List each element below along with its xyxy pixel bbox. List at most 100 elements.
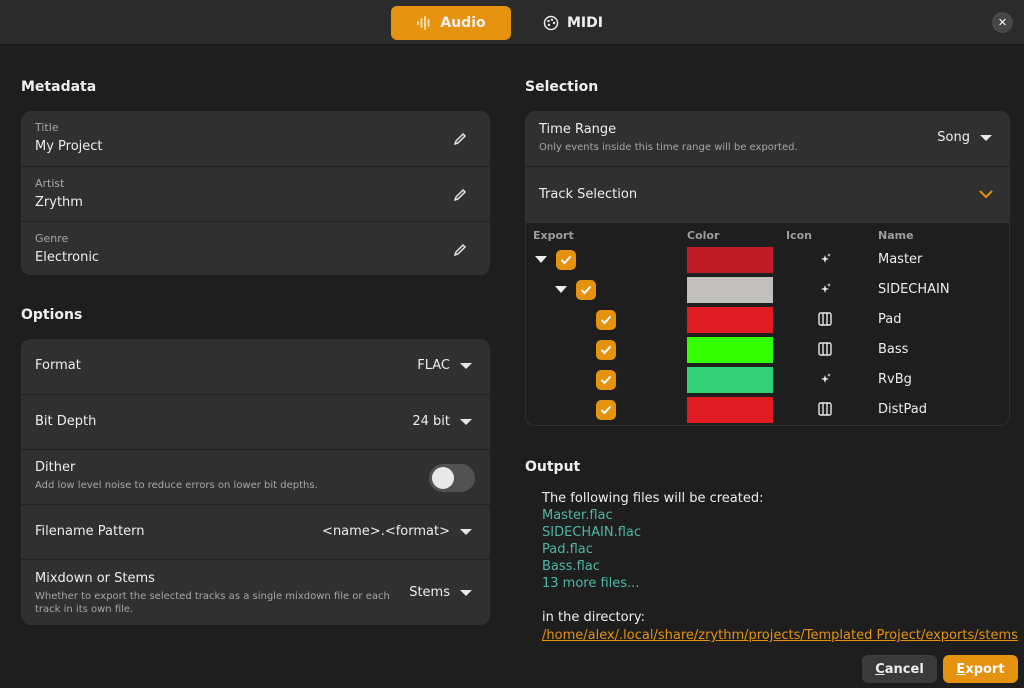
filename-pattern-label: Filename Pattern	[35, 524, 145, 539]
directory-link[interactable]: /home/alex/.local/share/zrythm/projects/…	[542, 628, 1018, 643]
expander-arrow-icon[interactable]	[555, 286, 567, 293]
track-color-swatch[interactable]	[687, 397, 773, 423]
pencil-icon[interactable]	[452, 242, 468, 258]
dither-subtitle: Add low level noise to reduce errors on …	[35, 480, 318, 491]
track-row[interactable]: Pad	[526, 305, 1010, 335]
selection-heading: Selection	[525, 79, 599, 95]
time-range-row[interactable]: Time Range Only events inside this time …	[525, 111, 1010, 166]
expander-arrow-icon[interactable]	[535, 256, 547, 263]
output-intro: The following files will be created:	[542, 491, 764, 506]
track-color-swatch[interactable]	[687, 247, 773, 273]
format-label: Format	[35, 358, 81, 373]
tab-midi[interactable]: MIDI	[531, 6, 615, 40]
export-checkbox[interactable]	[556, 250, 576, 270]
track-name: Master	[878, 252, 923, 267]
track-name: SIDECHAIN	[878, 282, 950, 297]
column-export: Export	[533, 229, 574, 242]
track-color-swatch[interactable]	[687, 367, 773, 393]
artist-label: Artist	[35, 177, 65, 190]
track-color-swatch[interactable]	[687, 277, 773, 303]
header-bar: Audio MIDI ✕	[0, 0, 1024, 45]
artist-value: Zrythm	[35, 195, 83, 210]
track-name: RvBg	[878, 372, 912, 387]
output-file-link[interactable]: Bass.flac	[542, 559, 600, 574]
export-checkbox[interactable]	[596, 400, 616, 420]
output-file-link[interactable]: Pad.flac	[542, 542, 593, 557]
dither-row[interactable]: Dither Add low level noise to reduce err…	[21, 449, 490, 504]
chevron-down-icon[interactable]	[978, 188, 994, 204]
mixdown-dropdown[interactable]: Stems	[409, 585, 472, 600]
tab-audio[interactable]: Audio	[391, 6, 511, 40]
track-row[interactable]: DistPad	[526, 395, 1010, 425]
mixdown-value: Stems	[409, 585, 450, 600]
bit-depth-value: 24 bit	[412, 414, 450, 429]
bit-depth-label: Bit Depth	[35, 414, 97, 429]
track-name: Bass	[878, 342, 909, 357]
more-files-link[interactable]: 13 more files...	[542, 576, 639, 591]
palette-icon	[543, 15, 559, 31]
column-color: Color	[687, 229, 720, 242]
metadata-heading: Metadata	[21, 79, 97, 95]
chevron-down-icon	[460, 528, 472, 535]
dither-toggle[interactable]	[429, 464, 475, 492]
genre-value: Electronic	[35, 250, 100, 265]
track-color-swatch[interactable]	[687, 307, 773, 333]
metadata-card: Title My Project Artist Zrythm Genre Ele…	[21, 111, 490, 275]
track-selection-row[interactable]: Track Selection	[525, 166, 1010, 223]
piano-icon	[818, 342, 832, 356]
chevron-down-icon	[460, 418, 472, 425]
close-icon[interactable]: ✕	[992, 12, 1013, 33]
format-value: FLAC	[417, 358, 450, 373]
filename-pattern-row[interactable]: Filename Pattern <name>.<format>	[21, 504, 490, 559]
output-file-link[interactable]: Master.flac	[542, 508, 613, 523]
export-button[interactable]: Export	[943, 655, 1018, 683]
time-range-dropdown[interactable]: Song	[937, 130, 992, 145]
chevron-down-icon	[980, 134, 992, 141]
track-row[interactable]: Master	[526, 245, 1010, 275]
cancel-label: ancel	[884, 661, 924, 677]
sparkle-icon	[818, 252, 832, 266]
options-card: Format FLAC Bit Depth 24 bit Dither Add …	[21, 339, 490, 625]
export-checkbox[interactable]	[576, 280, 596, 300]
export-checkbox[interactable]	[596, 370, 616, 390]
filename-pattern-value: <name>.<format>	[322, 524, 450, 539]
track-table: Export Color Icon Name Master SIDECHAIN Pa…	[526, 223, 1009, 425]
piano-icon	[818, 312, 832, 326]
cancel-button[interactable]: Cancel	[862, 655, 937, 683]
pencil-icon[interactable]	[452, 131, 468, 147]
mixdown-row[interactable]: Mixdown or Stems Whether to export the s…	[21, 559, 490, 625]
export-checkbox[interactable]	[596, 340, 616, 360]
mixdown-subtitle: Whether to export the selected tracks as…	[35, 591, 390, 615]
chevron-down-icon	[460, 362, 472, 369]
pencil-icon[interactable]	[452, 187, 468, 203]
track-row[interactable]: Bass	[526, 335, 1010, 365]
track-name: Pad	[878, 312, 902, 327]
time-range-subtitle: Only events inside this time range will …	[539, 142, 798, 153]
track-name: DistPad	[878, 402, 927, 417]
bit-depth-dropdown[interactable]: 24 bit	[412, 414, 472, 429]
sparkle-icon	[818, 282, 832, 296]
selection-card: Time Range Only events inside this time …	[525, 111, 1010, 426]
track-row[interactable]: SIDECHAIN	[526, 275, 1010, 305]
metadata-title-row[interactable]: Title My Project	[21, 111, 490, 166]
format-dropdown[interactable]: FLAC	[417, 358, 472, 373]
export-label: xport	[965, 661, 1005, 677]
directory-label: in the directory:	[542, 610, 646, 625]
format-row[interactable]: Format FLAC	[21, 339, 490, 394]
track-color-swatch[interactable]	[687, 337, 773, 363]
filename-pattern-dropdown[interactable]: <name>.<format>	[322, 524, 472, 539]
bit-depth-row[interactable]: Bit Depth 24 bit	[21, 394, 490, 449]
track-selection-label: Track Selection	[539, 187, 638, 202]
metadata-artist-row[interactable]: Artist Zrythm	[21, 166, 490, 221]
title-label: Title	[35, 121, 59, 134]
piano-icon	[818, 402, 832, 416]
mixdown-label: Mixdown or Stems	[35, 571, 155, 586]
sparkle-icon	[818, 372, 832, 386]
track-row[interactable]: RvBg	[526, 365, 1010, 395]
metadata-genre-row[interactable]: Genre Electronic	[21, 221, 490, 275]
output-file-link[interactable]: SIDECHAIN.flac	[542, 525, 641, 540]
output-heading: Output	[525, 459, 581, 475]
export-checkbox[interactable]	[596, 310, 616, 330]
cancel-mnemonic: C	[875, 661, 885, 677]
export-mnemonic: E	[956, 661, 966, 677]
